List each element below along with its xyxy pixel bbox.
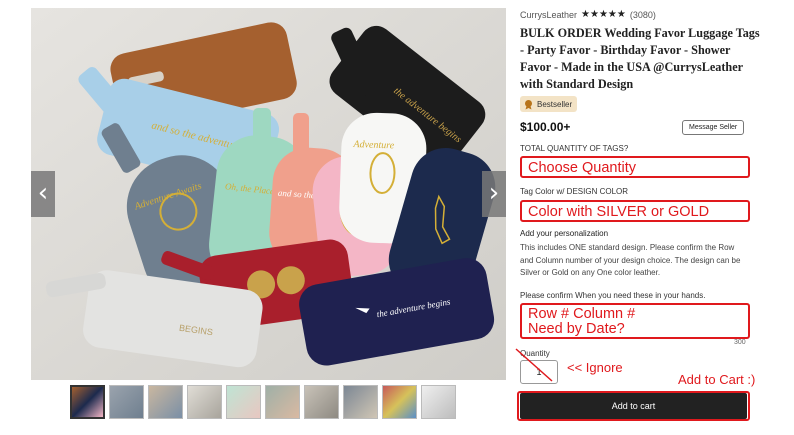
medal-icon: [525, 99, 532, 109]
strike-line-icon: [515, 348, 553, 382]
shop-name[interactable]: CurrysLeather: [520, 10, 577, 20]
personalization-textarea[interactable]: Row # Column # Need by Date?: [520, 303, 750, 339]
quantity-tags-select[interactable]: Choose Quantity: [520, 156, 750, 178]
add-to-cart-annotation: Add to Cart :): [678, 372, 756, 387]
personalization-label: Add your personalization: [520, 229, 609, 238]
product-image[interactable]: the adventure begins and so the adventur…: [31, 8, 506, 380]
thumbnail[interactable]: [109, 385, 144, 419]
bestseller-badge: Bestseller: [520, 96, 578, 112]
product-page: the adventure begins and so the adventur…: [0, 0, 794, 435]
ignore-annotation: << Ignore: [567, 360, 623, 375]
thumbnail[interactable]: [304, 385, 339, 419]
character-counter: 300: [734, 339, 746, 346]
thumbnail[interactable]: [421, 385, 456, 419]
thumbnail[interactable]: [148, 385, 183, 419]
add-to-cart-button[interactable]: Add to cart: [520, 393, 747, 419]
thumbnail[interactable]: [343, 385, 378, 419]
personalization-description: This includes ONE standard design. Pleas…: [520, 243, 741, 277]
badge-label: Bestseller: [537, 99, 573, 109]
star-rating-icon: ★★★★★: [581, 9, 626, 20]
thumbnail[interactable]: [265, 385, 300, 419]
next-image-button[interactable]: ›: [482, 171, 506, 217]
personalization-line: Row # Column #: [528, 306, 636, 322]
thumbnail[interactable]: [226, 385, 261, 419]
review-count[interactable]: (3080): [630, 10, 656, 20]
thumbnail[interactable]: [187, 385, 222, 419]
thumbnail[interactable]: [382, 385, 417, 419]
product-title: BULK ORDER Wedding Favor Luggage Tags - …: [520, 26, 760, 91]
thumbnail-strip: [70, 385, 470, 419]
tag-text: Adventure: [352, 139, 395, 151]
price: $100.00+: [520, 120, 571, 134]
tag-color-label: Tag Color w/ DESIGN COLOR: [520, 187, 629, 196]
tag-color-select[interactable]: Color with SILVER or GOLD: [520, 200, 750, 222]
prev-image-button[interactable]: ‹: [31, 171, 55, 217]
confirm-label: Please confirm When you need these in yo…: [520, 291, 706, 300]
personalization-line: Need by Date?: [528, 321, 625, 337]
message-seller-button[interactable]: Message Seller: [682, 120, 745, 135]
quantity-tags-label: TOTAL QUANTITY OF TAGS?: [520, 144, 629, 153]
thumbnail[interactable]: [70, 385, 105, 419]
shop-info: CurrysLeather ★★★★★ (3080): [520, 9, 656, 20]
